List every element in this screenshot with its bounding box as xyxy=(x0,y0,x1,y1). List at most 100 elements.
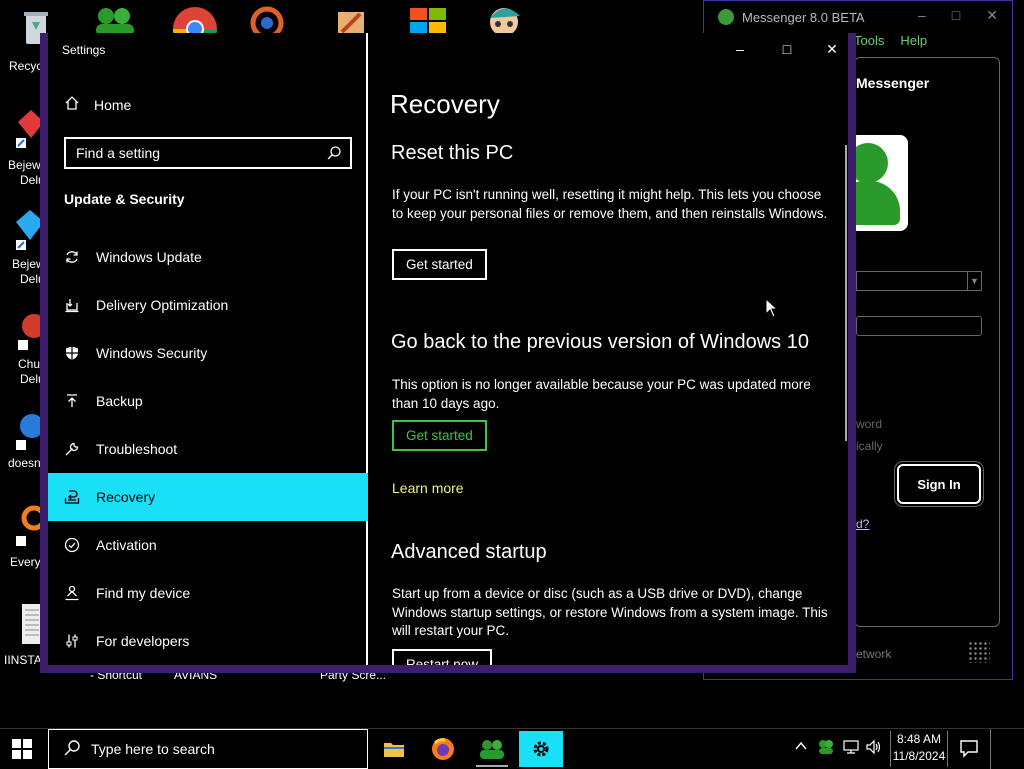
search-placeholder: Find a setting xyxy=(76,145,161,161)
volume-icon[interactable] xyxy=(865,739,883,758)
account-field[interactable]: ▼ xyxy=(856,271,982,291)
messenger-taskbar-icon[interactable] xyxy=(470,731,514,767)
advanced-startup-heading: Advanced startup xyxy=(391,541,547,563)
reset-heading: Reset this PC xyxy=(391,142,514,164)
person-pin-icon xyxy=(64,585,80,601)
minimize-icon[interactable]: – xyxy=(918,7,926,24)
messenger-people-icon[interactable] xyxy=(92,6,138,36)
home-icon xyxy=(64,95,80,114)
show-desktop-button[interactable] xyxy=(990,729,991,769)
clock-time: 8:48 AM xyxy=(896,732,942,746)
messenger-people-icon xyxy=(718,9,734,25)
sign-in-automatically-label: ically xyxy=(856,439,883,453)
shield-icon xyxy=(64,345,80,361)
taskbar-clock[interactable]: 8:48 AM 11/8/2024 xyxy=(890,731,948,767)
taskbar-search-input[interactable]: Type here to search xyxy=(48,729,368,769)
notification-icon[interactable] xyxy=(958,737,980,759)
desktop-label-install: IINSTA xyxy=(4,653,42,667)
forgot-password-link[interactable]: d? xyxy=(856,517,869,531)
home-label: Home xyxy=(94,96,132,113)
chrome-icon[interactable] xyxy=(172,6,218,36)
settings-taskbar-icon[interactable] xyxy=(519,731,563,767)
maximize-icon[interactable]: □ xyxy=(952,7,960,24)
resize-grip-icon[interactable] xyxy=(968,641,990,663)
search-icon[interactable] xyxy=(326,145,342,161)
chevron-up-icon[interactable] xyxy=(794,739,808,756)
advanced-startup-description: Start up from a device or disc (such as … xyxy=(392,586,828,638)
avians-icon[interactable] xyxy=(336,8,366,36)
nav-label: Windows Update xyxy=(96,249,202,265)
desktop-label-recycle: Recyc xyxy=(9,59,43,73)
close-icon[interactable]: ✕ xyxy=(986,7,998,24)
avatar xyxy=(856,135,908,231)
sign-in-button[interactable]: Sign In xyxy=(894,461,984,507)
restart-now-button[interactable]: Restart now xyxy=(392,649,493,665)
firefox-icon[interactable] xyxy=(421,731,465,767)
goback-description: This option is no longer available becau… xyxy=(392,377,811,411)
sliders-icon xyxy=(64,633,80,649)
app-circle-icon[interactable] xyxy=(250,6,284,36)
page-title: Recovery xyxy=(390,89,500,119)
messenger-window-controls: – □ ✕ xyxy=(918,7,998,24)
nav-item-for-developers[interactable]: For developers xyxy=(48,617,368,665)
password-field[interactable] xyxy=(856,316,982,336)
desktop-label-chuzzle: Chu xyxy=(18,357,41,371)
nav-item-windows-security[interactable]: Windows Security xyxy=(48,329,368,377)
settings-sidebar: Settings Home Find a setting Update & Se… xyxy=(48,33,368,665)
backup-arrow-icon xyxy=(64,393,80,409)
nav-item-find-my-device[interactable]: Find my device xyxy=(48,569,368,617)
nav-label: Recovery xyxy=(96,489,156,505)
recovery-icon xyxy=(64,489,80,505)
wrench-icon xyxy=(64,441,80,457)
check-circle-icon xyxy=(64,537,80,553)
taskbar-search-placeholder: Type here to search xyxy=(91,741,215,757)
start-button[interactable] xyxy=(12,739,32,759)
nav-label: Find my device xyxy=(96,585,191,601)
desktop-label-bejeweled-1: Bejew xyxy=(8,158,41,172)
close-icon[interactable]: ✕ xyxy=(822,41,842,58)
settings-search-input[interactable]: Find a setting xyxy=(64,137,352,169)
nav-label: Delivery Optimization xyxy=(96,297,229,313)
desktop-label-doesn: doesn xyxy=(8,456,41,470)
settings-window: Settings Home Find a setting Update & Se… xyxy=(40,33,856,673)
reset-get-started-button[interactable]: Get started xyxy=(392,249,487,280)
goback-get-started-button[interactable]: Get started xyxy=(392,420,487,451)
remember-password-label: word xyxy=(856,417,883,431)
content-scrollbar[interactable] xyxy=(845,145,847,441)
learn-more-link[interactable]: Learn more xyxy=(392,480,464,496)
file-explorer-icon[interactable] xyxy=(372,731,416,767)
nav-label: Troubleshoot xyxy=(96,441,178,457)
reset-description: If your PC isn't running well, resetting… xyxy=(392,187,828,221)
desktop: Recyc Bejew Delu Bejew Delu Chu Delu doe… xyxy=(0,0,1024,728)
nav-item-troubleshoot[interactable]: Troubleshoot xyxy=(48,425,368,473)
text-file-icon[interactable] xyxy=(22,604,42,646)
nav-item-backup[interactable]: Backup xyxy=(48,377,368,425)
desktop-label-everything: Every xyxy=(10,555,41,569)
menu-help[interactable]: Help xyxy=(900,33,927,48)
network-icon[interactable] xyxy=(842,739,860,758)
taskbar: Type here to search 8:48 AM 11/8/2024 xyxy=(0,728,1024,769)
messenger-header: Messenger xyxy=(856,75,930,91)
nav-item-delivery-optimization[interactable]: Delivery Optimization xyxy=(48,281,368,329)
nav-item-activation[interactable]: Activation xyxy=(48,521,368,569)
minimize-icon[interactable]: – xyxy=(730,41,750,57)
nav-item-recovery[interactable]: Recovery xyxy=(48,473,368,521)
section-title: Update & Security xyxy=(64,191,185,207)
nav-item-windows-update[interactable]: Windows Update xyxy=(48,233,368,281)
chevron-down-icon[interactable]: ▼ xyxy=(967,272,981,290)
ms-store-icon[interactable] xyxy=(408,6,448,36)
network-status: etwork xyxy=(856,647,892,661)
clock-date: 11/8/2024 xyxy=(892,749,946,763)
refresh-icon xyxy=(64,249,80,265)
party-game-icon[interactable] xyxy=(484,4,528,36)
nav-label: Activation xyxy=(96,537,157,553)
search-icon xyxy=(63,739,81,760)
menu-tools[interactable]: Tools xyxy=(854,33,884,48)
app-title: Settings xyxy=(62,43,106,57)
nav-home[interactable]: Home xyxy=(64,95,131,114)
mouse-cursor xyxy=(765,297,779,318)
settings-content: – □ ✕ Recovery Reset this PC If your PC … xyxy=(370,33,848,665)
nav-label: Windows Security xyxy=(96,345,208,361)
messenger-tray-icon[interactable] xyxy=(817,739,835,758)
maximize-icon[interactable]: □ xyxy=(777,41,797,57)
